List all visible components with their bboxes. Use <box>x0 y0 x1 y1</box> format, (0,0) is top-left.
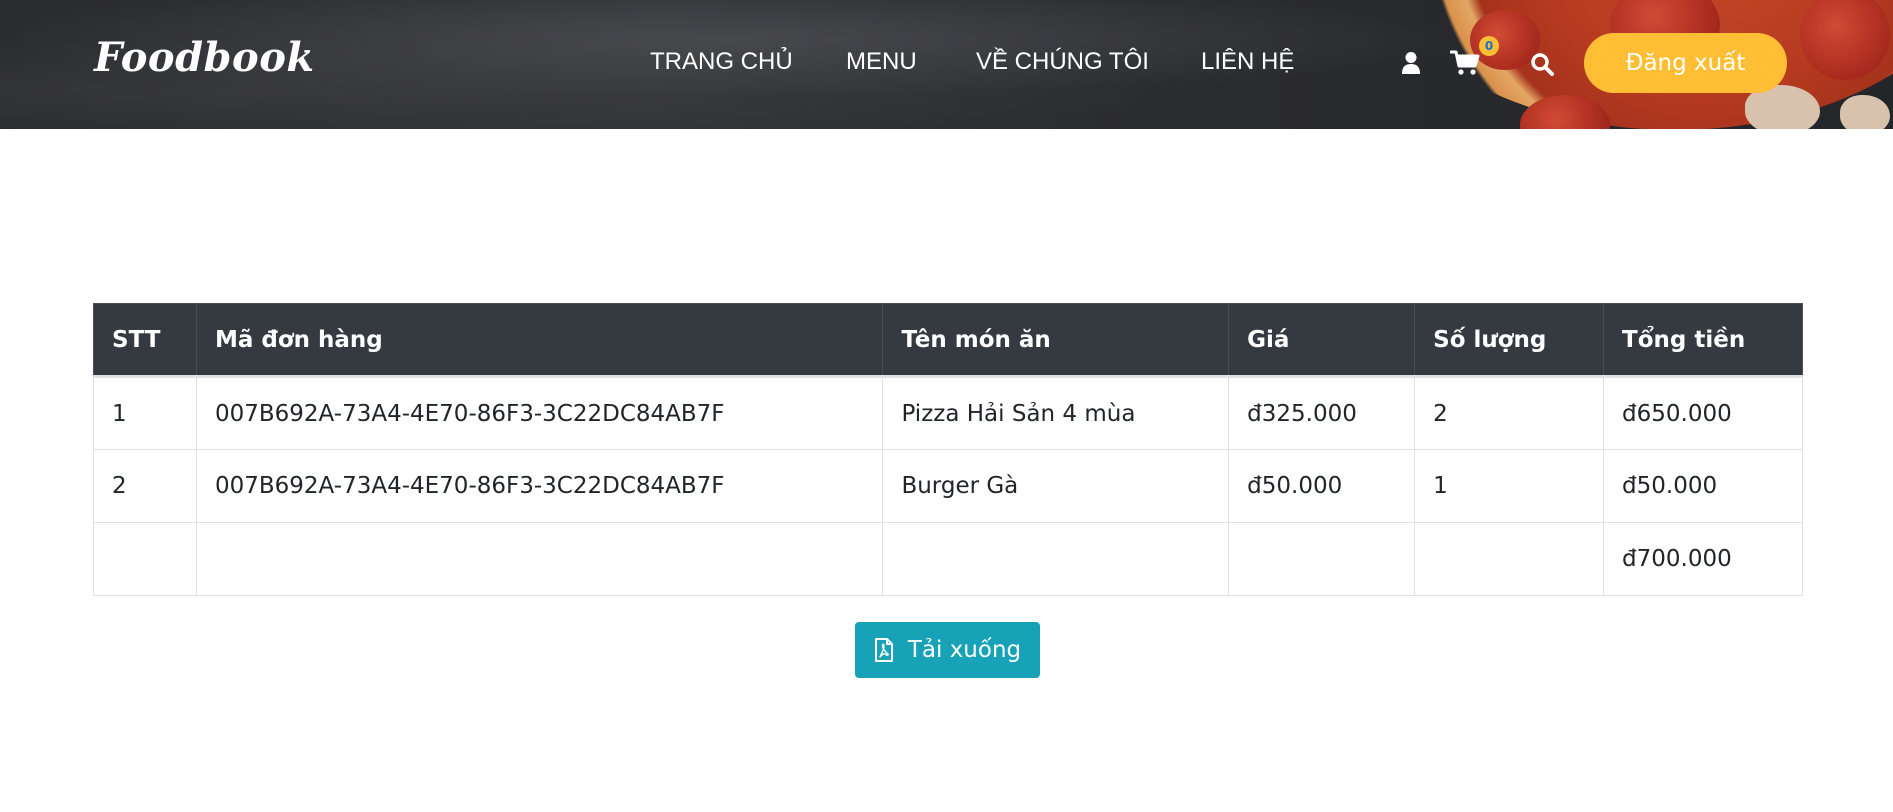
cell-empty <box>195 522 884 596</box>
order-details-table: STT Mã đơn hàng Tên món ăn Giá Số lượng … <box>93 303 1803 596</box>
cell-empty <box>882 522 1230 596</box>
cell-quantity: 2 <box>1414 375 1605 450</box>
search-icon[interactable] <box>1530 52 1554 76</box>
cell-stt: 1 <box>93 375 197 450</box>
nav-item-menu[interactable]: MENU <box>846 48 917 76</box>
site-header: Foodbook TRANG CHỦ MENU VỀ CHÚNG TÔI LIÊ… <box>0 0 1893 129</box>
table-row: 1 007B692A-73A4-4E70-86F3-3C22DC84AB7F P… <box>93 375 1803 450</box>
cell-price: đ50.000 <box>1228 449 1416 523</box>
column-header-stt: STT <box>93 303 197 377</box>
user-icon[interactable] <box>1401 51 1421 75</box>
table-row: 2 007B692A-73A4-4E70-86F3-3C22DC84AB7F B… <box>93 449 1803 523</box>
cell-dish-name: Pizza Hải Sản 4 mùa <box>882 375 1230 450</box>
nav-item-contact[interactable]: LIÊN HỆ <box>1201 48 1294 76</box>
mushroom-decoration <box>1840 95 1890 129</box>
nav-item-about[interactable]: VỀ CHÚNG TÔI <box>976 48 1149 76</box>
file-pdf-icon <box>874 638 893 662</box>
download-button-label: Tải xuống <box>907 637 1022 663</box>
column-header-quantity: Số lượng <box>1414 303 1605 377</box>
cart-count-badge: 0 <box>1479 36 1499 56</box>
download-button[interactable]: Tải xuống <box>855 622 1040 678</box>
cell-order-id: 007B692A-73A4-4E70-86F3-3C22DC84AB7F <box>195 449 884 523</box>
table-total-row: đ700.000 <box>93 522 1803 596</box>
cell-quantity: 1 <box>1414 449 1605 523</box>
cart-icon[interactable] <box>1450 50 1480 76</box>
nav-item-home[interactable]: TRANG CHỦ <box>650 48 793 76</box>
site-logo[interactable]: Foodbook <box>94 34 315 81</box>
cell-dish-name: Burger Gà <box>882 449 1230 523</box>
cell-total: đ50.000 <box>1603 449 1803 523</box>
cell-empty <box>1228 522 1416 596</box>
cell-stt: 2 <box>93 449 197 523</box>
cell-price: đ325.000 <box>1228 375 1416 450</box>
cell-order-id: 007B692A-73A4-4E70-86F3-3C22DC84AB7F <box>195 375 884 450</box>
column-header-dish-name: Tên món ăn <box>882 303 1230 377</box>
column-header-price: Giá <box>1228 303 1416 377</box>
cell-empty <box>93 522 197 596</box>
cell-grand-total: đ700.000 <box>1603 522 1803 596</box>
logout-button[interactable]: Đăng xuất <box>1584 33 1787 93</box>
column-header-order-id: Mã đơn hàng <box>195 303 884 377</box>
cell-total: đ650.000 <box>1603 375 1803 450</box>
table-header-row: STT Mã đơn hàng Tên món ăn Giá Số lượng … <box>93 303 1803 377</box>
cell-empty <box>1414 522 1605 596</box>
column-header-total: Tổng tiền <box>1603 303 1803 377</box>
